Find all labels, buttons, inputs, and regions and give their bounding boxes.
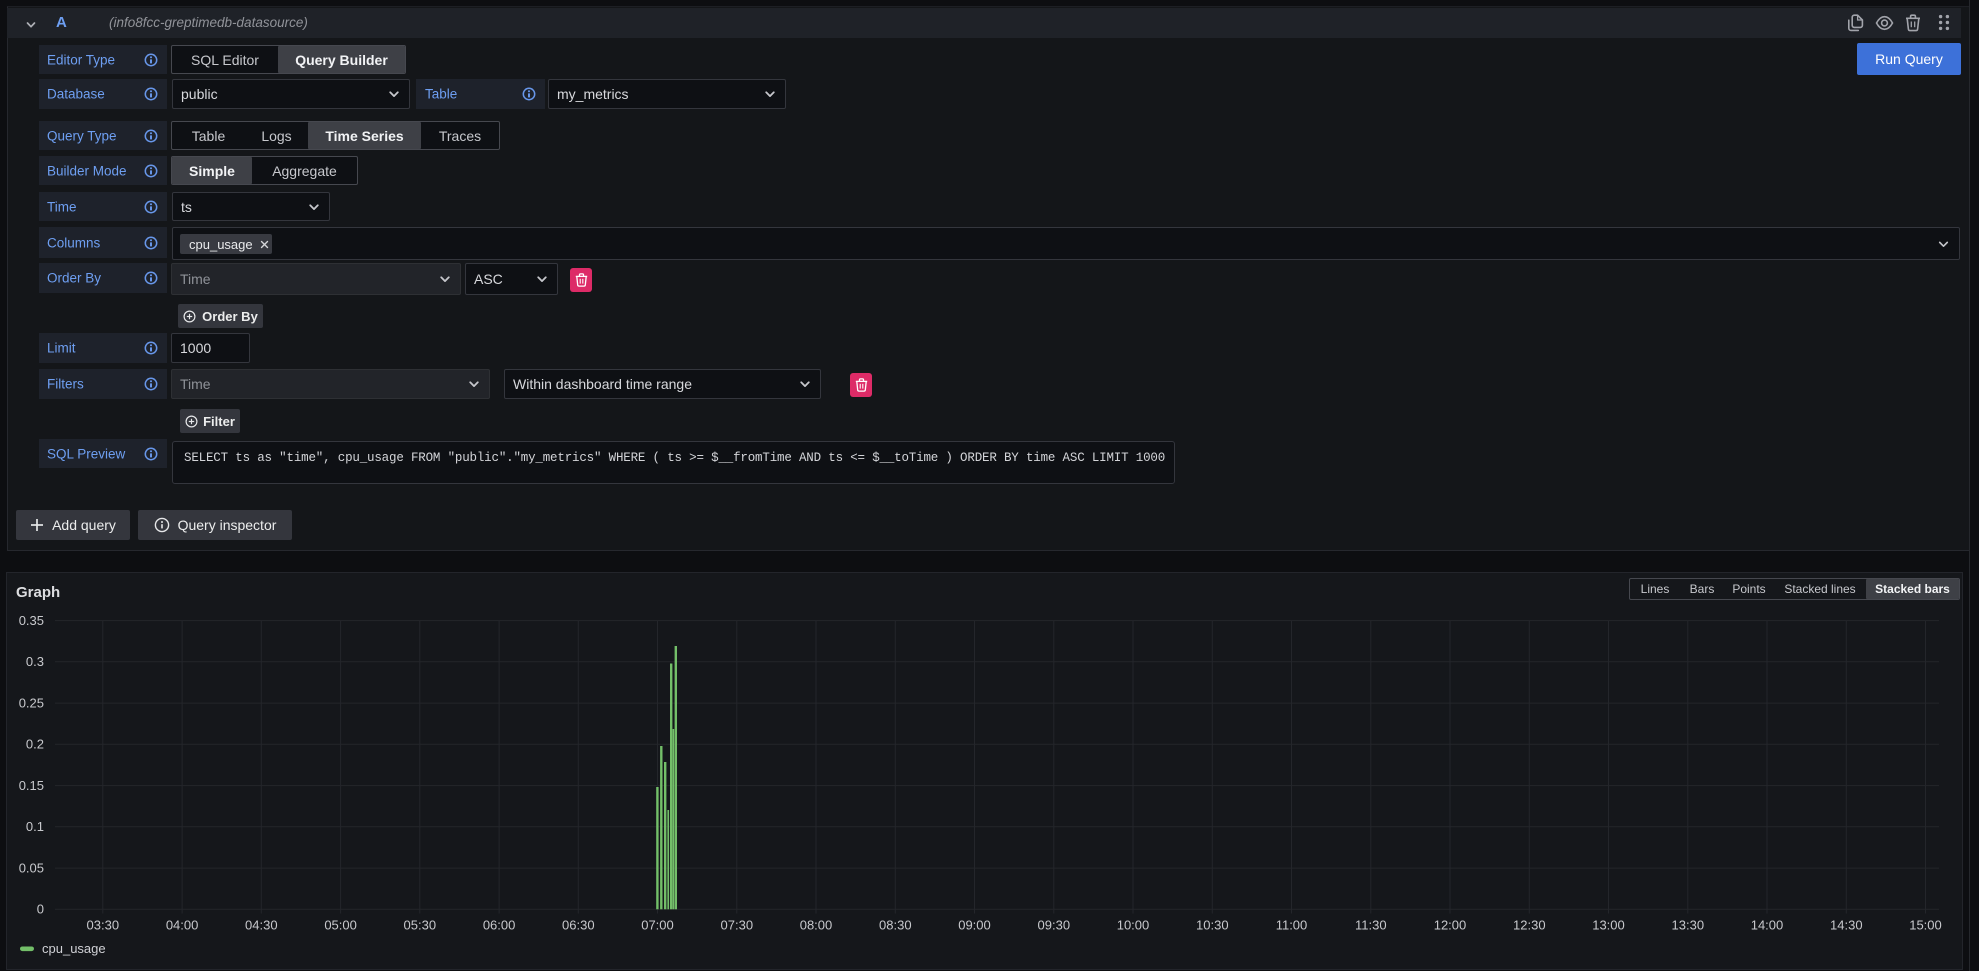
svg-text:06:00: 06:00 bbox=[483, 918, 516, 933]
svg-text:08:30: 08:30 bbox=[879, 918, 912, 933]
svg-text:07:00: 07:00 bbox=[641, 918, 674, 933]
svg-text:07:30: 07:30 bbox=[721, 918, 754, 933]
svg-text:0.25: 0.25 bbox=[19, 696, 44, 711]
svg-text:08:00: 08:00 bbox=[800, 918, 833, 933]
svg-text:04:00: 04:00 bbox=[166, 918, 199, 933]
svg-text:05:30: 05:30 bbox=[404, 918, 437, 933]
svg-text:0.3: 0.3 bbox=[26, 654, 44, 669]
svg-text:13:00: 13:00 bbox=[1592, 918, 1625, 933]
svg-text:12:00: 12:00 bbox=[1434, 918, 1467, 933]
svg-text:0.05: 0.05 bbox=[19, 861, 44, 876]
svg-text:09:30: 09:30 bbox=[1038, 918, 1071, 933]
svg-text:13:30: 13:30 bbox=[1672, 918, 1705, 933]
svg-text:09:00: 09:00 bbox=[958, 918, 991, 933]
svg-text:11:30: 11:30 bbox=[1355, 918, 1387, 933]
svg-text:11:00: 11:00 bbox=[1276, 918, 1308, 933]
svg-text:0: 0 bbox=[37, 902, 44, 917]
svg-text:0.1: 0.1 bbox=[26, 819, 44, 834]
svg-text:14:00: 14:00 bbox=[1751, 918, 1784, 933]
svg-text:10:30: 10:30 bbox=[1196, 918, 1229, 933]
svg-text:06:30: 06:30 bbox=[562, 918, 595, 933]
svg-text:0.35: 0.35 bbox=[19, 613, 44, 628]
svg-text:04:30: 04:30 bbox=[245, 918, 278, 933]
svg-text:03:30: 03:30 bbox=[87, 918, 120, 933]
svg-text:12:30: 12:30 bbox=[1513, 918, 1546, 933]
svg-text:cpu_usage: cpu_usage bbox=[42, 941, 106, 956]
svg-text:14:30: 14:30 bbox=[1830, 918, 1863, 933]
svg-text:0.15: 0.15 bbox=[19, 778, 44, 793]
svg-text:0.2: 0.2 bbox=[26, 737, 44, 752]
svg-text:05:00: 05:00 bbox=[324, 918, 357, 933]
svg-text:15:00: 15:00 bbox=[1909, 918, 1942, 933]
svg-text:10:00: 10:00 bbox=[1117, 918, 1150, 933]
